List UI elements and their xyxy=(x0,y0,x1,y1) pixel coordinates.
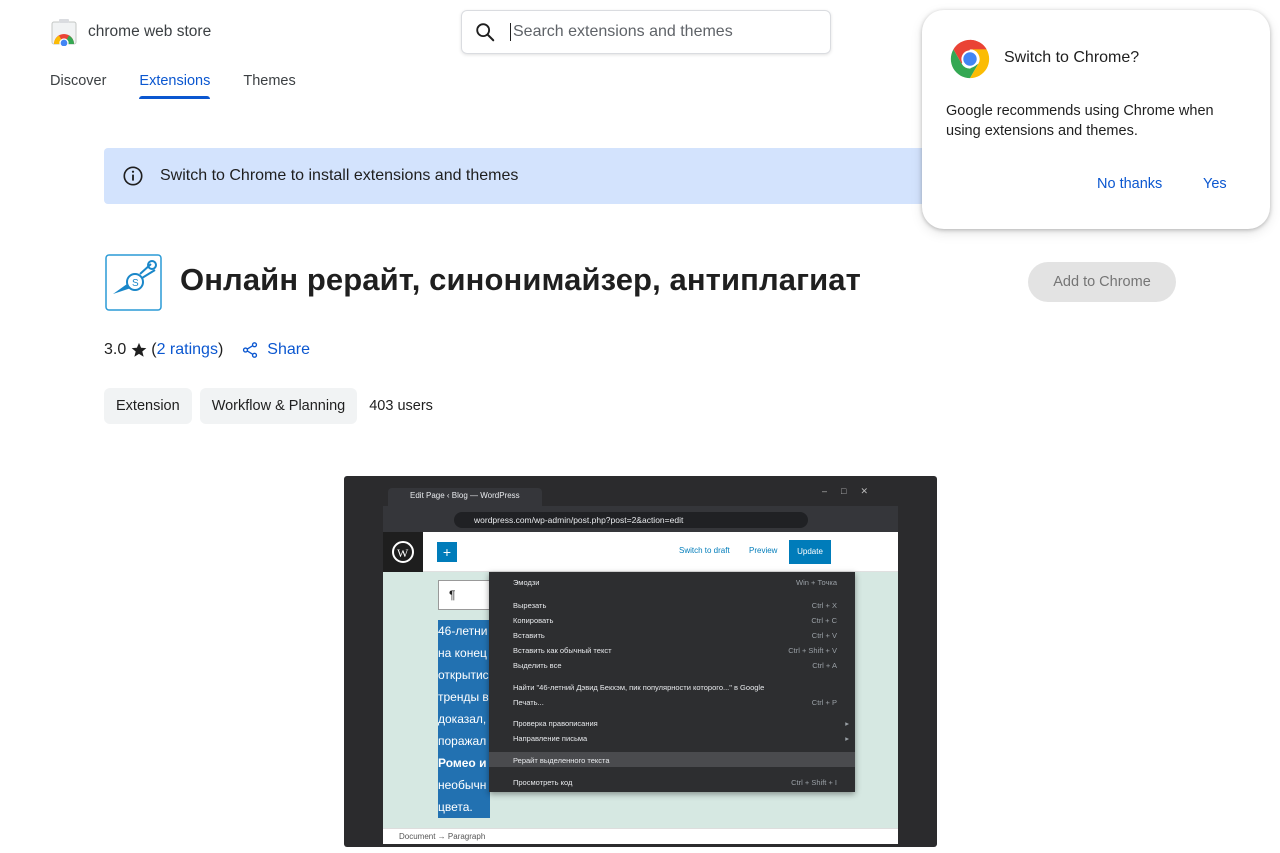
main-nav: Discover Extensions Themes xyxy=(50,73,329,99)
screenshot-content: ¶ 46-летни на конец открытис тренды в до… xyxy=(383,572,898,828)
user-count: 403 users xyxy=(369,398,433,414)
context-menu-shortcut: Win + Точка xyxy=(796,578,837,587)
screenshot-add-block-icon: + xyxy=(437,542,457,562)
screenshot-url: wordpress.com/wp-admin/post.php?post=2&a… xyxy=(474,515,684,525)
extension-icon: S xyxy=(105,254,162,311)
screenshot-preview: Preview xyxy=(749,546,778,555)
screenshot-text-line: 46-летни xyxy=(438,620,490,642)
context-menu-shortcut: Ctrl + Shift + V xyxy=(788,646,837,655)
rating-value: 3.0 xyxy=(104,341,127,358)
screenshot-text-line: доказал, xyxy=(438,708,490,730)
context-menu-item: Печать... xyxy=(513,698,544,707)
add-to-chrome-button[interactable]: Add to Chrome xyxy=(1028,262,1176,302)
screenshot-url-bar: wordpress.com/wp-admin/post.php?post=2&a… xyxy=(454,512,808,528)
tab-themes[interactable]: Themes xyxy=(243,73,295,99)
tab-extensions[interactable]: Extensions xyxy=(139,73,210,99)
context-menu-item: Копировать xyxy=(513,616,554,625)
context-menu-item: Выделить все xyxy=(513,661,562,670)
store-name: chrome web store xyxy=(88,23,212,40)
search-icon xyxy=(476,23,495,42)
context-menu-item: Просмотреть код xyxy=(513,778,573,787)
screenshot-tab-title: Edit Page ‹ Blog — WordPress xyxy=(410,491,520,500)
context-menu-shortcut: Ctrl + P xyxy=(811,698,837,707)
screenshot-wp-toolbar: W + Switch to draft Preview Update xyxy=(383,532,898,572)
dialog-body: Google recommends using Chrome when usin… xyxy=(946,103,1214,139)
share-icon xyxy=(243,342,258,358)
info-icon xyxy=(123,166,143,186)
dialog-title: Switch to Chrome? xyxy=(1004,49,1140,66)
wordpress-logo-icon: W xyxy=(383,532,423,572)
context-menu-shortcut: Ctrl + Shift + I xyxy=(791,778,837,787)
search-input[interactable] xyxy=(510,23,810,41)
context-menu-shortcut: Ctrl + V xyxy=(811,631,837,640)
screenshot-footer: Document → Paragraph xyxy=(383,828,898,844)
chip-category[interactable]: Workflow & Planning xyxy=(199,388,358,424)
screenshot-window-controls: –□✕ xyxy=(822,486,882,496)
share-button[interactable]: Share xyxy=(241,341,310,359)
context-menu-shortcut: Ctrl + A xyxy=(812,661,837,670)
screenshot-context-menu: Эмодзи Win + Точка Вырезать Ctrl + X Копир… xyxy=(489,572,855,792)
chrome-icon xyxy=(950,39,990,79)
screenshot-text-line: открытис xyxy=(438,664,490,686)
screenshot-text-line: Ромео и xyxy=(438,752,490,774)
screenshot-text-line: цвета. xyxy=(438,796,490,818)
context-menu-item: Рерайт выделенного текста xyxy=(513,756,610,765)
context-menu-item: Найти "46-летний Дэвид Бекхэм, пик попул… xyxy=(513,683,765,692)
rating-row: 3.0 (2 ratings) Share xyxy=(104,341,310,359)
rating-paren-close: ) xyxy=(217,341,224,358)
screenshot-text-line: поражал xyxy=(438,730,490,752)
extension-screenshot[interactable]: Edit Page ‹ Blog — WordPress wordpress.c… xyxy=(344,476,937,847)
svg-text:S: S xyxy=(132,278,139,289)
context-menu-item: Эмодзи xyxy=(513,578,540,587)
tag-chips: Extension Workflow & Planning 403 users xyxy=(104,388,433,424)
star-icon xyxy=(131,342,147,357)
context-menu-item: Проверка правописания xyxy=(513,719,598,728)
screenshot-text-line: тренды в xyxy=(438,686,490,708)
tab-discover[interactable]: Discover xyxy=(50,73,106,99)
screenshot-browser-tab: Edit Page ‹ Blog — WordPress xyxy=(388,488,542,506)
svg-text:W: W xyxy=(397,546,409,560)
screenshot-update: Update xyxy=(789,540,831,564)
banner-text: Switch to Chrome to install extensions a… xyxy=(160,167,519,184)
install-banner: Switch to Chrome to install extensions a… xyxy=(104,148,944,204)
context-menu-shortcut: Ctrl + X xyxy=(811,601,837,610)
context-menu-item: Вставить как обычный текст xyxy=(513,646,612,655)
context-menu-item: Вырезать xyxy=(513,601,547,610)
context-menu-shortcut: ▸ xyxy=(845,719,849,728)
screenshot-text-line: необычн xyxy=(438,774,490,796)
switch-to-chrome-dialog: Switch to Chrome? Google recommends usin… xyxy=(922,10,1270,229)
chip-extension[interactable]: Extension xyxy=(104,388,192,424)
extension-title: Онлайн рерайт, синонимайзер, антиплагиат xyxy=(180,262,861,297)
screenshot-page: W + Switch to draft Preview Update ¶ 46-… xyxy=(383,532,898,844)
ratings-link[interactable]: 2 ratings xyxy=(157,341,218,359)
store-logo[interactable]: chrome web store xyxy=(50,18,211,46)
yes-button[interactable]: Yes xyxy=(1203,176,1227,192)
context-menu-item: Вставить xyxy=(513,631,545,640)
no-thanks-button[interactable]: No thanks xyxy=(1097,176,1162,192)
share-label: Share xyxy=(267,341,310,358)
context-menu-item: Направление письма xyxy=(513,734,588,743)
screenshot-switch-draft: Switch to draft xyxy=(679,546,730,555)
search-box[interactable] xyxy=(461,10,831,54)
screenshot-block-toolbar: ¶ xyxy=(438,580,490,610)
screenshot-text-line: на конец xyxy=(438,642,490,664)
context-menu-shortcut: ▸ xyxy=(845,734,849,743)
context-menu-shortcut: Ctrl + C xyxy=(811,616,837,625)
chrome-web-store-icon xyxy=(51,19,77,46)
